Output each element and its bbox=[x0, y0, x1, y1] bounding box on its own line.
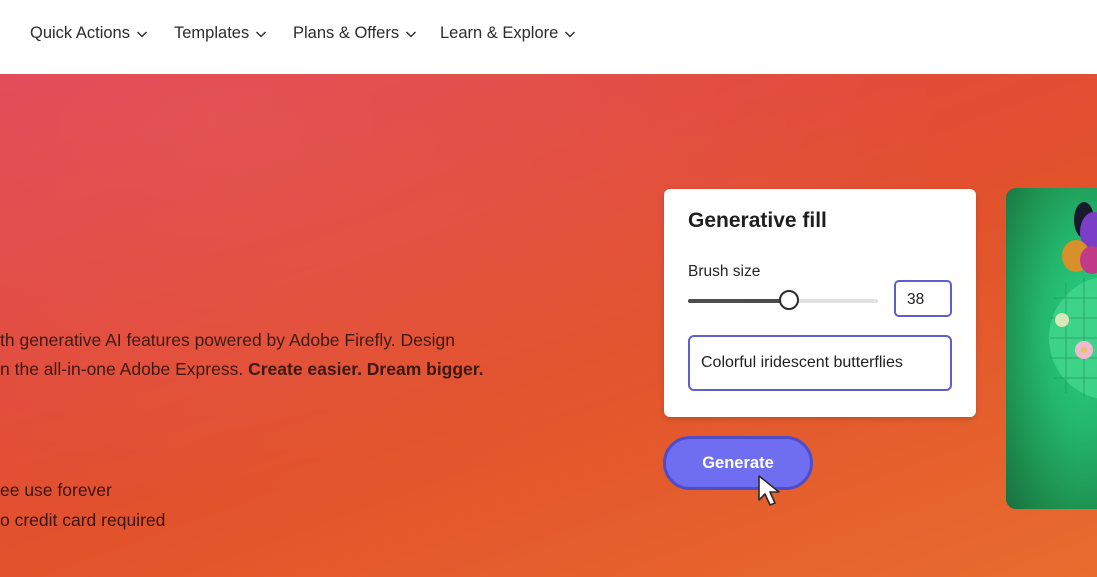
butterfly-image-preview bbox=[1006, 188, 1097, 509]
nav-item-templates[interactable]: Templates bbox=[174, 24, 267, 43]
card-title: Generative fill bbox=[688, 209, 827, 232]
hero-tagline: Create easier. Dream bigger. bbox=[248, 359, 484, 379]
nav-item-label: Templates bbox=[174, 24, 250, 42]
slider-thumb[interactable] bbox=[778, 290, 799, 310]
hero-description-text: n the all-in-one Adobe Express. bbox=[0, 359, 244, 379]
nav-item-quick-actions[interactable]: Quick Actions bbox=[30, 24, 148, 43]
butterfly-illustration bbox=[1049, 202, 1097, 399]
nav-edge-fragment bbox=[0, 30, 3, 40]
nav-item-learn-explore[interactable]: Learn & Explore bbox=[440, 24, 576, 43]
brush-size-input[interactable]: 38 bbox=[894, 280, 952, 317]
generate-button[interactable]: Generate bbox=[663, 436, 813, 490]
top-navigation: Quick Actions Templates Plans & Offers L… bbox=[0, 0, 1097, 74]
brush-size-label: Brush size bbox=[688, 263, 761, 280]
chevron-down-icon bbox=[136, 31, 147, 37]
nav-item-label: Learn & Explore bbox=[440, 24, 559, 42]
chevron-down-icon bbox=[406, 31, 417, 37]
hero-section: th generative AI features powered by Ado… bbox=[0, 74, 1097, 577]
pointer-cursor-icon bbox=[758, 475, 780, 506]
nav-item-plans-offers[interactable]: Plans & Offers bbox=[293, 24, 417, 43]
feature-free-use: ee use forever bbox=[0, 480, 112, 500]
prompt-input[interactable]: Colorful iridescent butterflies bbox=[688, 335, 952, 391]
slider-fill bbox=[688, 299, 789, 303]
nav-item-label: Quick Actions bbox=[30, 24, 130, 42]
chevron-down-icon bbox=[565, 31, 576, 37]
hero-description-line-2: n the all-in-one Adobe Express. Create e… bbox=[0, 359, 484, 380]
chevron-down-icon bbox=[256, 31, 267, 37]
feature-no-credit-card: o credit card required bbox=[0, 510, 166, 530]
generative-fill-card: Generative fill Brush size 38 Colorful i… bbox=[664, 189, 976, 417]
brush-size-slider[interactable] bbox=[688, 290, 878, 310]
hero-description-line-1: th generative AI features powered by Ado… bbox=[0, 330, 455, 350]
nav-item-label: Plans & Offers bbox=[293, 24, 400, 42]
